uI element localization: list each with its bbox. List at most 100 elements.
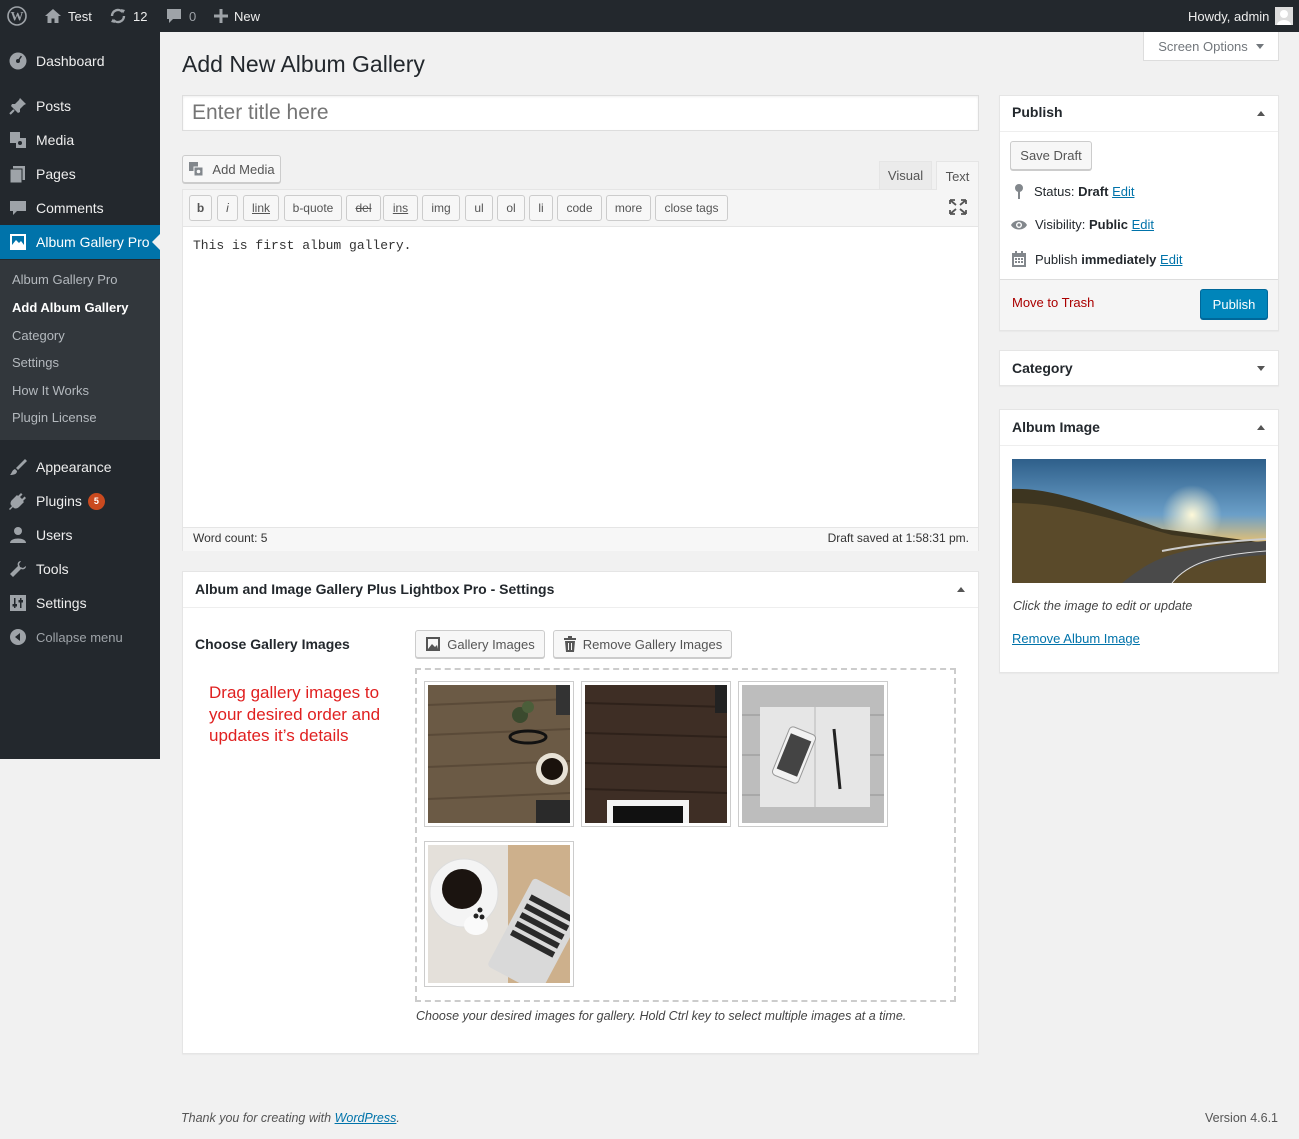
brush-icon: [0, 457, 36, 477]
sidebar-item-settings[interactable]: Settings: [0, 586, 160, 620]
save-draft-button[interactable]: Save Draft: [1010, 141, 1092, 170]
submenu-item-plugin-license[interactable]: Plugin License: [12, 410, 97, 425]
quicktag-ins[interactable]: ins: [383, 195, 418, 221]
sidebar-item-appearance[interactable]: Appearance: [0, 450, 160, 484]
quicktag-bquote[interactable]: b-quote: [284, 195, 342, 221]
status-value: Draft: [1078, 183, 1109, 199]
footer-thanks: Thank you for creating with WordPress.: [181, 1111, 400, 1125]
footer-version: Version 4.6.1: [1205, 1111, 1278, 1125]
editor-textarea[interactable]: This is first album gallery.: [193, 238, 411, 253]
screen-options-button[interactable]: Screen Options: [1143, 32, 1279, 61]
sidebar-item-album-gallery-pro[interactable]: Album Gallery Pro: [0, 225, 160, 259]
gallery-thumbnail[interactable]: [581, 681, 731, 827]
submenu-item-album-gallery-pro[interactable]: Album Gallery Pro: [12, 272, 117, 287]
gallery-images-button[interactable]: Gallery Images: [415, 630, 545, 658]
sidebar-item-label: Album Gallery Pro: [36, 234, 150, 250]
box-divider: [1000, 131, 1278, 132]
caret-down-icon: [1255, 43, 1264, 49]
move-to-trash-link[interactable]: Move to Trash: [1012, 295, 1094, 310]
sidebar-item-posts[interactable]: Posts: [0, 89, 160, 123]
collapse-toggle-icon[interactable]: [1257, 111, 1265, 116]
sidebar-item-tools[interactable]: Tools: [0, 552, 160, 586]
status-label: Status:: [1034, 183, 1075, 199]
choose-gallery-label: Choose Gallery Images: [195, 636, 350, 652]
pin-icon: [1015, 184, 1023, 199]
add-media-button[interactable]: Add Media: [182, 155, 281, 183]
calendar-icon: [1012, 251, 1026, 267]
edit-visibility-link[interactable]: Edit: [1132, 217, 1154, 232]
sidebar-item-comments[interactable]: Comments: [0, 191, 160, 225]
quicktag-more[interactable]: more: [606, 195, 651, 221]
collapse-toggle-icon[interactable]: [1257, 425, 1265, 430]
category-box-title: Category: [1012, 360, 1073, 376]
submenu: Album Gallery Pro Add Album Gallery Cate…: [0, 260, 160, 440]
sidebar-item-plugins[interactable]: Plugins 5: [0, 484, 160, 518]
quicktag-ol[interactable]: ol: [497, 195, 525, 221]
gallery-help-text: Choose your desired images for gallery. …: [416, 1009, 907, 1023]
quicktag-italic[interactable]: i: [217, 195, 238, 221]
wordpress-link[interactable]: WordPress: [335, 1111, 397, 1125]
quicktag-ul[interactable]: ul: [465, 195, 493, 221]
edit-schedule-link[interactable]: Edit: [1160, 252, 1182, 267]
dashboard-icon: [0, 51, 36, 71]
sidebar-item-pages[interactable]: Pages: [0, 157, 160, 191]
publish-button[interactable]: Publish: [1200, 289, 1268, 319]
visibility-label: Visibility:: [1035, 217, 1086, 232]
my-account-link[interactable]: Howdy, admin: [1188, 0, 1294, 32]
publish-label: Publish: [1035, 251, 1078, 267]
tab-visual[interactable]: Visual: [879, 161, 932, 189]
gallery-icon: [0, 232, 36, 252]
comments-link[interactable]: 0: [165, 0, 196, 32]
sidebar-item-label: Tools: [36, 561, 69, 577]
title-input[interactable]: [182, 95, 979, 131]
submenu-item-category[interactable]: Category: [12, 328, 65, 343]
site-name: Test: [68, 8, 92, 24]
visibility-value: Public: [1088, 217, 1128, 232]
remove-album-image-link[interactable]: Remove Album Image: [1012, 631, 1140, 646]
edit-status-link[interactable]: Edit: [1112, 184, 1134, 199]
quicktag-link[interactable]: link: [243, 195, 279, 221]
gallery-thumbnail[interactable]: [738, 681, 888, 827]
svg-text:W: W: [11, 9, 24, 24]
album-image-thumbnail[interactable]: [1012, 459, 1266, 583]
add-media-label: Add Media: [212, 161, 275, 177]
quicktag-li[interactable]: li: [529, 195, 553, 221]
sidebar-item-media[interactable]: Media: [0, 123, 160, 157]
quicktag-bold[interactable]: b: [189, 195, 212, 221]
submenu-item-add-album-gallery[interactable]: Add Album Gallery: [12, 300, 129, 315]
sidebar-item-dashboard[interactable]: Dashboard: [0, 44, 160, 78]
comment-icon: [167, 9, 181, 23]
quicktag-close-tags[interactable]: close tags: [655, 195, 728, 221]
pages-icon: [0, 164, 36, 184]
remove-gallery-images-button[interactable]: Remove Gallery Images: [553, 630, 732, 658]
gallery-thumbnail[interactable]: [424, 681, 574, 827]
quicktag-del[interactable]: del: [346, 195, 381, 221]
collapse-menu-button[interactable]: Collapse menu: [0, 620, 160, 654]
gallery-thumbnail[interactable]: [424, 841, 574, 987]
sidebar-item-label: Dashboard: [36, 53, 105, 69]
add-media-icon: [189, 162, 204, 177]
submenu-item-how-it-works[interactable]: How It Works: [12, 383, 89, 398]
screen-options-label: Screen Options: [1158, 38, 1248, 54]
new-label: New: [234, 8, 261, 24]
submenu-item-settings[interactable]: Settings: [12, 355, 59, 370]
sidebar-item-label: Media: [36, 132, 75, 148]
fullscreen-icon[interactable]: [949, 199, 967, 218]
plus-icon: [214, 9, 228, 23]
new-content-link[interactable]: New: [214, 0, 260, 32]
collapse-toggle-icon[interactable]: [957, 587, 965, 592]
tab-text[interactable]: Text: [936, 161, 979, 190]
admin-sidebar: Dashboard Posts Media Pages Comments Alb…: [0, 32, 160, 759]
media-icon: [0, 130, 36, 150]
album-image-box-title: Album Image: [1012, 419, 1100, 435]
greeting: Howdy, admin: [1188, 8, 1270, 24]
site-name-link[interactable]: Test: [44, 0, 92, 32]
wordpress-logo-icon[interactable]: W: [7, 0, 27, 32]
updates-link[interactable]: 12: [109, 0, 147, 32]
expand-toggle-icon[interactable]: [1257, 366, 1265, 371]
quicktag-code[interactable]: code: [557, 195, 602, 221]
status-row: Status: Draft Edit: [1012, 183, 1134, 199]
sidebar-item-users[interactable]: Users: [0, 518, 160, 552]
quicktag-img[interactable]: img: [422, 195, 460, 221]
remove-gallery-images-label: Remove Gallery Images: [582, 636, 723, 652]
